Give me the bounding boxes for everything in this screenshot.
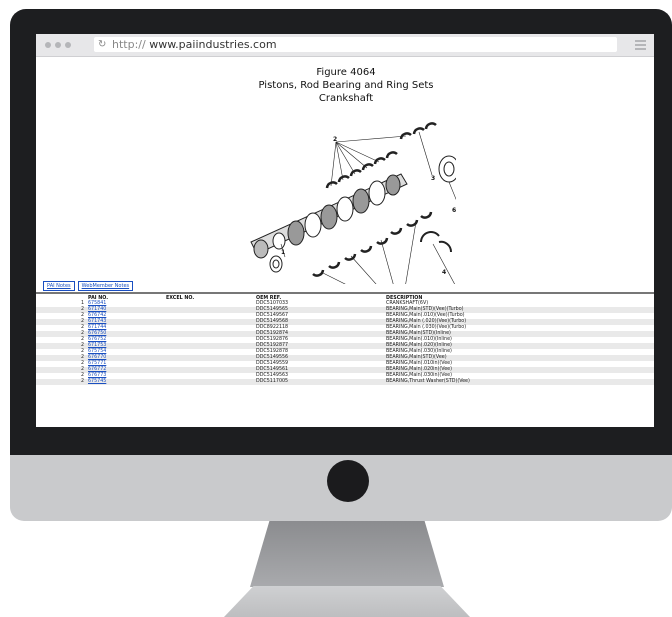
description-cell: BEARING,Main(.020)(Inline) [386,343,452,348]
description-cell: BEARING,Main(.010in)(Vee) [386,361,452,366]
qty-cell: 2 [80,319,84,324]
qty-cell: 1 [80,301,84,306]
pai-no-link[interactable]: 676773 [88,373,106,378]
description-cell: BEARING,Main(STD)(Vee) [386,355,447,360]
hamburger-menu-icon[interactable] [635,40,646,52]
oem-ref-cell: DDC5149561 [256,367,289,372]
pai-no-link[interactable]: 675745 [88,379,106,384]
qty-cell: 2 [80,325,84,330]
callout-label: 2 [333,136,337,143]
pai-no-link[interactable]: 671740 [88,307,106,312]
description-cell: CRANKSHAFT(6V) [386,301,429,306]
oem-ref-cell: DDC5149556 [256,355,289,360]
maximize-dot-icon[interactable] [65,42,71,48]
figure-title: Pistons, Rod Bearing and Ring Sets [258,80,434,91]
callout-label: 6 [452,207,456,214]
address-bar[interactable]: ↻ http:// www.paiindustries.com [94,37,617,52]
parts-table: PAI NO. EXCEL NO. OEM REF. DESCRIPTION 1… [36,296,654,385]
figure-number: Figure 4064 [316,67,376,78]
qty-cell: 2 [80,349,84,354]
tab-pai-notes[interactable]: PAI Notes [43,281,75,291]
qty-cell: 2 [80,373,84,378]
pai-no-link[interactable]: 676772 [88,367,106,372]
pai-no-cell: 675745 [86,379,164,385]
table-row: 2 675745 DDC5117005 BEARING,Thrust Washer(S… [36,379,654,385]
description-cell: BEARING,Thrust Washer(STD)(Vee) [384,379,654,385]
reload-icon[interactable]: ↻ [98,37,106,52]
crankshaft-exploded-diagram: 2 3 6 1 4 3 5 2 [250,122,456,284]
qty-cell: 2 [80,361,84,366]
oem-ref-cell: DDC5117005 [256,379,289,384]
qty-cell: 2 [80,355,84,360]
pai-no-link[interactable]: 675754 [88,349,106,354]
monitor-logo-circle [327,460,369,502]
qty-cell: 2 [80,343,84,348]
url-text: http:// www.paiindustries.com [112,38,277,51]
qty-cell: 2 [80,379,84,384]
oem-ref-cell: DDC5192876 [256,337,289,342]
oem-ref-cell: DDC8922118 [256,325,289,330]
figure-heading: Figure 4064 Pistons, Rod Bearing and Rin… [226,66,466,105]
description-cell: BEARING,Main(.020in)(Vee) [386,367,452,372]
qty-cell: 2 [80,307,84,312]
pai-no-link[interactable]: 676742 [88,313,106,318]
callout-label: 3 [431,175,435,182]
pai-no-link[interactable]: 676752 [88,337,106,342]
description-cell: BEARING,Main(.030in)(Vee) [386,373,452,378]
notes-tabs: PAI Notes WebMember Notes [43,281,134,291]
tab-webmember-notes[interactable]: WebMember Notes [77,281,134,291]
oem-ref-cell: DDC5149565 [256,307,289,312]
description-cell: BEARING,Main(.030)(Inline) [386,349,452,354]
monitor-stand-base [224,586,470,617]
qty-cell: 2 [80,367,84,372]
oem-ref-cell: DDC5117005 [254,379,384,385]
window-controls [45,42,71,48]
browser-toolbar: ↻ http:// www.paiindustries.com [36,34,654,57]
browser-screen: ↻ http:// www.paiindustries.com Figure 4… [36,34,654,427]
description-cell: BEARING,Thrust Washer(STD)(Vee) [386,379,470,384]
oem-ref-cell: DDC5149559 [256,361,289,366]
parts-table-body: 1 675841 DDC5107033 CRANKSHAFT(6V) 2 671740 DD… [36,301,654,385]
section-divider [36,292,654,294]
pai-no-link[interactable]: 676770 [88,355,106,360]
excel-no-cell [164,379,254,385]
callout-label: 4 [442,269,446,276]
pai-no-link[interactable]: 671743 [88,319,106,324]
oem-ref-cell: DDC5107033 [256,301,289,306]
qty-cell: 2 [80,313,84,318]
oem-ref-cell: DDC5192874 [256,331,289,336]
description-cell: BEARING,Main(STD)(Vee)(Turbo) [386,307,464,312]
qty-cell: 2 [80,337,84,342]
description-cell: BEARING,Main (.020)(Vee)(Turbo) [386,319,467,324]
callout-numbers: 2 3 6 1 4 3 5 2 [281,136,456,276]
pai-no-link[interactable]: 671753 [88,343,106,348]
oem-ref-cell: DDC5192878 [256,349,289,354]
oem-ref-cell: DDC5149563 [256,373,289,378]
qty-cell: 2 [80,331,84,336]
description-cell: BEARING,Main(STD)(Inline) [386,331,451,336]
callout-leader-lines [280,131,456,284]
oem-ref-cell: DDC5192877 [256,343,289,348]
monitor-stand-neck [250,521,444,587]
oem-ref-cell: DDC5149567 [256,313,289,318]
description-cell: BEARING,Main(.010)(Vee)(Turbo) [386,313,465,318]
pai-no-link[interactable]: 675771 [88,361,106,366]
callout-label: 1 [281,249,285,256]
oem-ref-cell: DDC5149568 [256,319,289,324]
description-cell: BEARING,Main (.030)(Vee)(Turbo) [386,325,467,330]
minimize-dot-icon[interactable] [55,42,61,48]
description-cell: BEARING,Main(.010)(Inline) [386,337,452,342]
close-dot-icon[interactable] [45,42,51,48]
pai-no-link[interactable]: 671744 [88,325,106,330]
pai-no-link[interactable]: 675841 [88,301,106,306]
pai-no-link[interactable]: 676750 [88,331,106,336]
qty-cell: 2 [36,379,86,385]
